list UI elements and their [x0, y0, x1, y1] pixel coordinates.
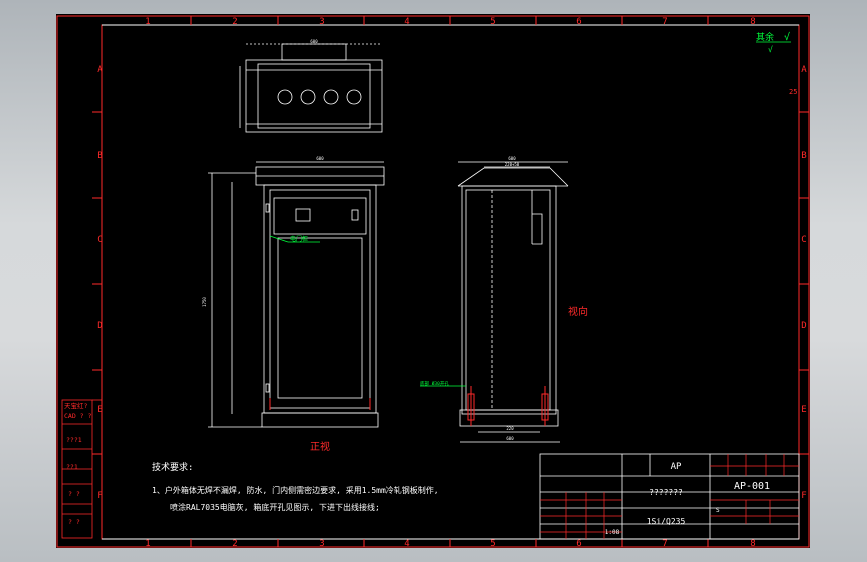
col-num-3: 3 [319, 17, 324, 27]
col-num-5: 5 [490, 17, 495, 27]
notes-line-2: 喷涂RAL7035电脑灰, 箱底开孔见图示, 下进下出线接线; [170, 502, 380, 512]
margin-cell-5: ? ? [68, 490, 80, 498]
side-callout: 底部 Ø30开孔 [420, 380, 466, 387]
top-view [239, 43, 383, 133]
col-num-bottom-2: 2 [232, 539, 237, 548]
row-letter-a-left: A [97, 65, 103, 75]
col-num-bottom-8: 8 [750, 539, 755, 548]
side-dim-top2: 220+50 [505, 162, 520, 167]
side-callout-text: 底部 Ø30开孔 [420, 380, 449, 387]
side-view-label: 视向 [568, 305, 588, 318]
margin-cell-3: ???1 [66, 436, 82, 444]
col-num-6: 6 [576, 17, 581, 27]
technical-notes: 技术要求: 1、户外箱体无焊不漏焊, 防水, 门内侧需密边要求, 采用1.5mm… [152, 461, 439, 512]
row-letter-f-right: F [801, 491, 806, 501]
col-num-7: 7 [662, 17, 667, 27]
title-material: 1Si/Q235 [647, 517, 686, 526]
side-dim-small: 220 [506, 426, 514, 431]
row-letter-b-right: B [801, 151, 806, 161]
roughness-mark: √ [784, 31, 790, 43]
front-dim-height: 1750 [202, 297, 207, 307]
side-dim-top: 600 [508, 156, 516, 161]
svg-text:√: √ [768, 45, 773, 54]
row-letter-c-left: C [97, 235, 102, 245]
row-letter-f-left: F [97, 491, 102, 501]
roughness-symbol: 其余 √ √ 25 [756, 31, 797, 96]
roughness-text: 其余 [756, 31, 774, 43]
drawing-canvas: 1 2 3 4 5 6 7 8 1 2 3 4 5 6 7 8 A B C D … [56, 15, 810, 548]
row-letter-d-right: D [801, 321, 806, 331]
col-num-bottom-6: 6 [576, 539, 581, 548]
col-num-bottom-7: 7 [662, 539, 667, 548]
title-drawing-no: AP-001 [734, 481, 770, 492]
side-base-bolts [467, 386, 549, 426]
notes-title: 技术要求: [152, 461, 193, 473]
border-ticks [92, 16, 809, 547]
margin-cell-2: CAD ? ? [64, 412, 91, 420]
title-code-header: AP [671, 462, 682, 472]
front-view [208, 161, 385, 428]
row-letter-d-left: D [97, 321, 102, 331]
front-callout-text: 电门柜 [290, 235, 308, 243]
row-letter-e-right: E [801, 405, 806, 415]
front-dim-width: 600 [316, 156, 324, 161]
margin-cell-4: ??1 [66, 463, 78, 471]
row-letter-e-left: E [97, 405, 102, 415]
notes-line-1: 1、户外箱体无焊不漏焊, 防水, 门内侧需密边要求, 采用1.5mm冷轧钢板制作… [152, 485, 439, 495]
col-num-4: 4 [404, 17, 409, 27]
col-num-1: 1 [145, 17, 150, 27]
col-num-8: 8 [750, 17, 755, 27]
row-letter-c-right: C [801, 235, 806, 245]
title-part-name: ??????? [649, 488, 683, 497]
col-num-bottom-4: 4 [404, 539, 409, 548]
drawing-sheet[interactable]: 1 2 3 4 5 6 7 8 1 2 3 4 5 6 7 8 A B C D … [56, 14, 810, 548]
top-view-dim: 600 [310, 39, 318, 44]
margin-cell-1: 天宝红? [64, 401, 88, 410]
col-num-bottom-3: 3 [319, 539, 324, 548]
col-num-2: 2 [232, 17, 237, 27]
front-view-label: 正视 [310, 440, 330, 453]
inner-frame [101, 24, 800, 540]
title-scale: 1:08 [605, 529, 620, 536]
front-callout: 电门柜 [269, 235, 320, 243]
col-num-bottom-1: 1 [145, 539, 150, 548]
corner-mark: 25 [789, 88, 797, 96]
margin-cell-6: ? ? [68, 518, 80, 526]
row-letter-b-left: B [97, 151, 102, 161]
row-letter-a-right: A [801, 65, 807, 75]
side-dim-bottom: 600 [506, 436, 514, 441]
title-small-label: S [716, 507, 720, 514]
col-num-bottom-5: 5 [490, 539, 495, 548]
